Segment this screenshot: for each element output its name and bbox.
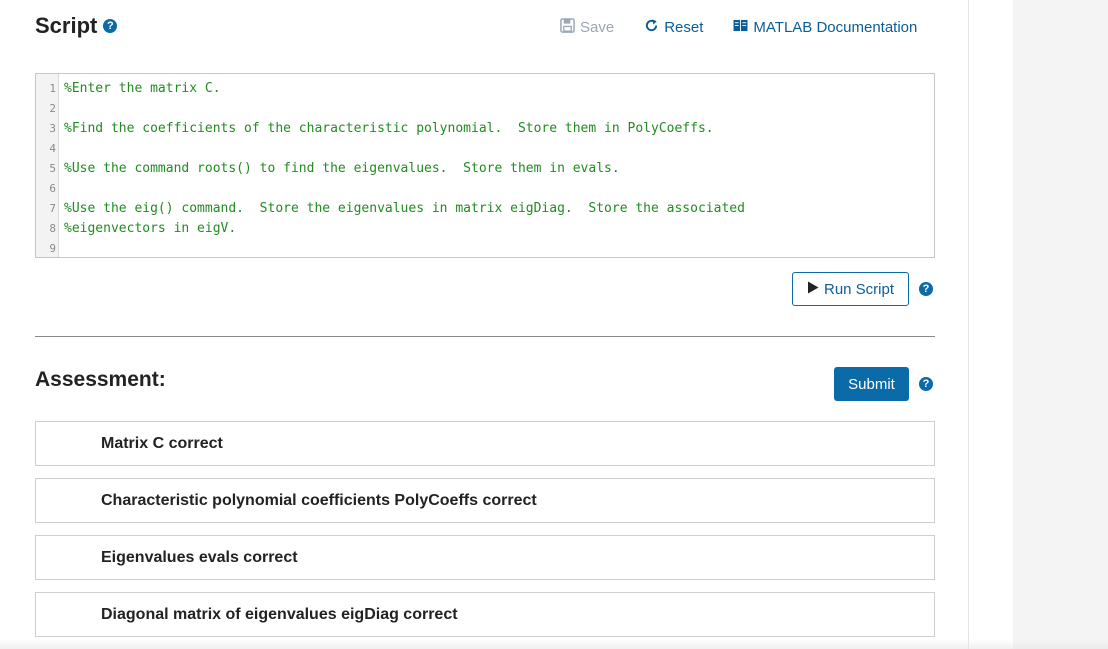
- line-number: 8: [49, 222, 56, 235]
- assessment-item-label: Diagonal matrix of eigenvalues eigDiag c…: [101, 605, 458, 623]
- assessment-item[interactable]: Eigenvalues evals correct: [35, 535, 935, 580]
- code-line: 2: [36, 99, 934, 119]
- code-line: 1 %Enter the matrix C.: [36, 79, 934, 99]
- line-number: 7: [49, 202, 56, 215]
- play-icon: [807, 281, 819, 298]
- line-number: 2: [49, 102, 56, 115]
- script-header: Script ?: [35, 13, 118, 39]
- save-button[interactable]: Save: [560, 18, 614, 37]
- assessment-title: Assessment:: [35, 368, 166, 391]
- code-text: %eigenvectors in eigV.: [64, 221, 237, 236]
- line-number: 5: [49, 162, 56, 175]
- assessment-item-label: Characteristic polynomial coefficients P…: [101, 491, 537, 509]
- run-help-icon[interactable]: ?: [919, 282, 933, 296]
- code-text: %Use the eig() command. Store the eigenv…: [64, 201, 745, 216]
- save-label: Save: [580, 19, 615, 36]
- submit-help-icon[interactable]: ?: [919, 377, 933, 391]
- line-number: 6: [49, 182, 56, 195]
- code-line: 9: [36, 239, 934, 257]
- matlab-documentation-link[interactable]: MATLAB Documentation: [733, 18, 917, 37]
- code-line: 7 %Use the eig() command. Store the eigen…: [36, 199, 934, 219]
- line-number: 4: [49, 142, 56, 155]
- assessment-item-label: Matrix C correct: [101, 434, 223, 452]
- code-line: 4: [36, 139, 934, 159]
- documentation-label: MATLAB Documentation: [753, 19, 918, 36]
- code-editor[interactable]: 1 %Enter the matrix C. 2 3 %Find the coeff…: [35, 73, 935, 258]
- line-number: 9: [49, 242, 56, 255]
- code-text: %Find the coefficients of the characteri…: [64, 121, 714, 136]
- line-number: 1: [49, 82, 56, 95]
- run-script-label: Run Script: [823, 280, 895, 298]
- line-number: 3: [49, 122, 56, 135]
- page-title: Script: [35, 13, 98, 38]
- assessment-item[interactable]: Matrix C correct: [35, 421, 935, 466]
- reset-label: Reset: [664, 19, 704, 36]
- code-line: 5 %Use the command roots() to find the ei…: [36, 159, 934, 179]
- right-side-panel: [1013, 0, 1108, 649]
- submit-button[interactable]: Submit: [834, 367, 909, 401]
- code-text: %Use the command roots() to find the eig…: [64, 161, 620, 176]
- section-divider: [35, 336, 935, 337]
- page-gutter: [968, 0, 1013, 649]
- script-toolbar: Save Reset MATLAB Documentation: [560, 18, 917, 37]
- reset-button[interactable]: Reset: [644, 18, 703, 37]
- reset-arrow-icon: [644, 18, 659, 37]
- main-panel: Script ? Save Reset MATLAB Documentation…: [0, 0, 968, 649]
- script-help-icon[interactable]: ?: [103, 19, 118, 33]
- assessment-item[interactable]: Diagonal matrix of eigenvalues eigDiag c…: [35, 592, 935, 637]
- code-line: 8 %eigenvectors in eigV.: [36, 219, 934, 239]
- code-text: %Enter the matrix C.: [64, 81, 221, 96]
- assessment-item-label: Eigenvalues evals correct: [101, 548, 298, 566]
- code-line: 3 %Find the coefficients of the character…: [36, 119, 934, 139]
- run-script-button[interactable]: Run Script: [792, 272, 909, 306]
- floppy-disk-icon: [560, 18, 575, 37]
- book-icon: [733, 19, 748, 36]
- assessment-item[interactable]: Characteristic polynomial coefficients P…: [35, 478, 935, 523]
- code-line: 6: [36, 179, 934, 199]
